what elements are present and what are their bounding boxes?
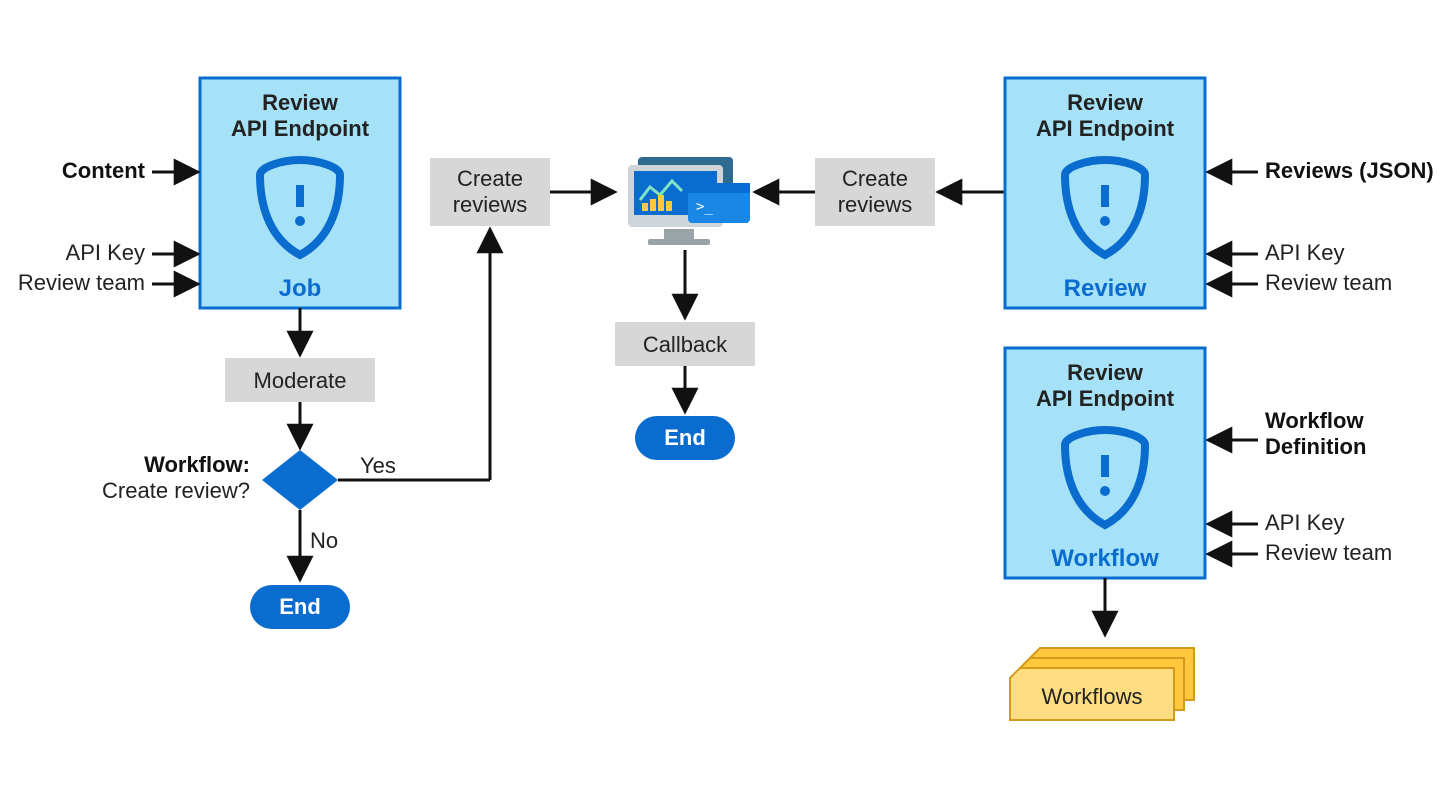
svg-text:>_: >_ — [696, 199, 713, 215]
input-wf-team: Review team — [1265, 540, 1392, 565]
input-job-team: Review team — [18, 270, 145, 295]
end-job-label: End — [279, 594, 321, 619]
endpoint-review-caption: Review — [1064, 275, 1147, 302]
step-moderate-label: Moderate — [254, 368, 347, 393]
endpoint-workflow-caption: Workflow — [1051, 545, 1159, 572]
decision-yes: Yes — [360, 453, 396, 478]
step-create-reviews-left-l2: reviews — [453, 192, 528, 217]
endpoint-job: Review API Endpoint Job — [200, 78, 400, 308]
workflows-stack-icon: Workflows — [1010, 648, 1194, 720]
input-review-team: Review team — [1265, 270, 1392, 295]
review-tool-icon: >_ — [628, 157, 750, 245]
endpoint-workflow-title2: API Endpoint — [1036, 386, 1175, 411]
input-reviews-json: Reviews (JSON) — [1265, 158, 1434, 183]
endpoint-review: Review API Endpoint Review — [1005, 78, 1205, 308]
decision-title: Workflow: — [144, 452, 250, 477]
input-wf-def1: Workflow — [1265, 408, 1364, 433]
decision-create-review — [262, 450, 338, 510]
input-review-apikey: API Key — [1265, 240, 1344, 265]
step-callback-label: Callback — [643, 332, 728, 357]
endpoint-review-title2: API Endpoint — [1036, 116, 1175, 141]
input-content-label: Content — [62, 158, 146, 183]
decision-no: No — [310, 528, 338, 553]
step-create-reviews-right-l2: reviews — [838, 192, 913, 217]
endpoint-job-title1: Review — [262, 90, 339, 115]
endpoint-workflow-title1: Review — [1067, 360, 1144, 385]
endpoint-job-title2: API Endpoint — [231, 116, 370, 141]
input-wf-apikey: API Key — [1265, 510, 1344, 535]
end-center-label: End — [664, 425, 706, 450]
workflows-stack-label: Workflows — [1041, 684, 1142, 709]
decision-subtitle: Create review? — [102, 478, 250, 503]
endpoint-workflow: Review API Endpoint Workflow — [1005, 348, 1205, 578]
input-job-apikey: API Key — [66, 240, 145, 265]
step-create-reviews-left-l1: Create — [457, 166, 523, 191]
step-create-reviews-right-l1: Create — [842, 166, 908, 191]
endpoint-job-caption: Job — [279, 275, 322, 302]
input-wf-def2: Definition — [1265, 434, 1366, 459]
endpoint-review-title1: Review — [1067, 90, 1144, 115]
